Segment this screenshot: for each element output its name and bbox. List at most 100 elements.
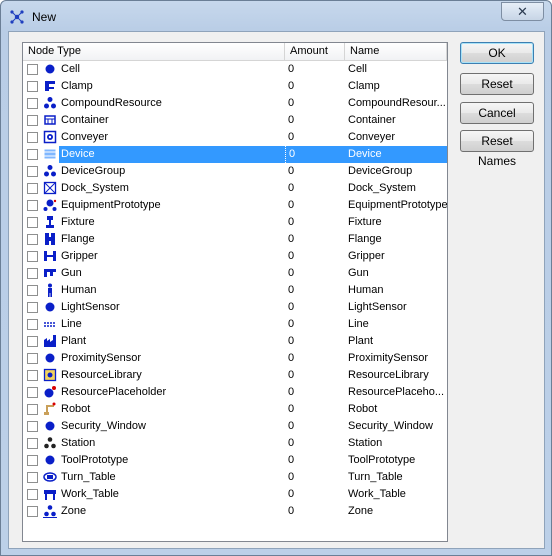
list-row-flange[interactable]: Flange 0 Flange <box>23 231 447 248</box>
row-checkbox[interactable] <box>27 285 38 296</box>
name-cell[interactable]: Turn_Table <box>345 469 447 486</box>
row-checkbox[interactable] <box>27 268 38 279</box>
list-row-container[interactable]: Container 0 Container <box>23 112 447 129</box>
row-checkbox[interactable] <box>27 251 38 262</box>
amount-cell[interactable]: 0 <box>285 112 345 129</box>
amount-cell[interactable]: 0 <box>285 282 345 299</box>
name-cell[interactable]: ResourcePlaceho... <box>345 384 447 401</box>
amount-cell[interactable]: 0 <box>285 248 345 265</box>
row-checkbox[interactable] <box>27 302 38 313</box>
row-checkbox[interactable] <box>27 132 38 143</box>
list-row-lightsensor[interactable]: LightSensor 0 LightSensor <box>23 299 447 316</box>
name-cell[interactable]: ToolPrototype <box>345 452 447 469</box>
list-row-proximitysensor[interactable]: ProximitySensor 0 ProximitySensor <box>23 350 447 367</box>
name-cell[interactable]: Device <box>345 146 447 163</box>
name-cell[interactable]: ResourceLibrary <box>345 367 447 384</box>
row-checkbox[interactable] <box>27 336 38 347</box>
amount-cell[interactable]: 0 <box>285 418 345 435</box>
name-cell[interactable]: Dock_System <box>345 180 447 197</box>
amount-cell[interactable]: 0 <box>285 129 345 146</box>
name-cell[interactable]: Container <box>345 112 447 129</box>
row-checkbox[interactable] <box>27 455 38 466</box>
list-row-station[interactable]: Station 0 Station <box>23 435 447 452</box>
amount-cell[interactable]: 0 <box>285 95 345 112</box>
list-row-toolprototype[interactable]: ToolPrototype 0 ToolPrototype <box>23 452 447 469</box>
list-row-zone[interactable]: Zone 0 Zone <box>23 503 447 520</box>
name-cell[interactable]: Robot <box>345 401 447 418</box>
close-button[interactable]: ✕ <box>501 2 544 21</box>
row-checkbox[interactable] <box>27 64 38 75</box>
amount-cell[interactable]: 0 <box>285 265 345 282</box>
name-cell[interactable]: Gun <box>345 265 447 282</box>
row-checkbox[interactable] <box>27 506 38 517</box>
list-row-conveyer[interactable]: Conveyer 0 Conveyer <box>23 129 447 146</box>
amount-cell[interactable]: 0 <box>285 163 345 180</box>
list-row-equipmentprototype[interactable]: EquipmentPrototype 0 EquipmentPrototype <box>23 197 447 214</box>
amount-cell[interactable]: 0 <box>285 61 345 78</box>
list-row-dock-system[interactable]: Dock_System 0 Dock_System <box>23 180 447 197</box>
name-cell[interactable]: Flange <box>345 231 447 248</box>
list-row-turn-table[interactable]: Turn_Table 0 Turn_Table <box>23 469 447 486</box>
list-row-plant[interactable]: Plant 0 Plant <box>23 333 447 350</box>
amount-cell[interactable]: 0 <box>285 469 345 486</box>
name-cell[interactable]: Station <box>345 435 447 452</box>
row-checkbox[interactable] <box>27 370 38 381</box>
list-row-resourceplaceholder[interactable]: ResourcePlaceholder 0 ResourcePlaceho... <box>23 384 447 401</box>
amount-cell[interactable]: 0 <box>285 316 345 333</box>
amount-cell[interactable]: 0 <box>285 146 345 163</box>
name-cell[interactable]: Zone <box>345 503 447 520</box>
list-row-resourcelibrary[interactable]: ResourceLibrary 0 ResourceLibrary <box>23 367 447 384</box>
list-row-security-window[interactable]: Security_Window 0 Security_Window <box>23 418 447 435</box>
list-row-compoundresource[interactable]: CompoundResource 0 CompoundResour... <box>23 95 447 112</box>
row-checkbox[interactable] <box>27 234 38 245</box>
row-checkbox[interactable] <box>27 421 38 432</box>
list-row-work-table[interactable]: Work_Table 0 Work_Table <box>23 486 447 503</box>
name-cell[interactable]: Plant <box>345 333 447 350</box>
list-row-gun[interactable]: Gun 0 Gun <box>23 265 447 282</box>
name-cell[interactable]: Security_Window <box>345 418 447 435</box>
row-checkbox[interactable] <box>27 319 38 330</box>
column-header-name[interactable]: Name <box>345 43 447 60</box>
amount-cell[interactable]: 0 <box>285 78 345 95</box>
name-cell[interactable]: Human <box>345 282 447 299</box>
row-checkbox[interactable] <box>27 489 38 500</box>
name-cell[interactable]: CompoundResour... <box>345 95 447 112</box>
name-cell[interactable]: Work_Table <box>345 486 447 503</box>
row-checkbox[interactable] <box>27 81 38 92</box>
amount-cell[interactable]: 0 <box>285 486 345 503</box>
name-cell[interactable]: Conveyer <box>345 129 447 146</box>
column-header-node-type[interactable]: Node Type <box>23 43 285 60</box>
row-checkbox[interactable] <box>27 353 38 364</box>
name-cell[interactable]: Clamp <box>345 78 447 95</box>
amount-cell[interactable]: 0 <box>285 350 345 367</box>
amount-cell[interactable]: 0 <box>285 384 345 401</box>
reset-names-button[interactable]: Reset Names <box>460 130 534 168</box>
list-row-robot[interactable]: Robot 0 Robot <box>23 401 447 418</box>
name-cell[interactable]: DeviceGroup <box>345 163 447 180</box>
row-checkbox[interactable] <box>27 166 38 177</box>
list-row-human[interactable]: Human 0 Human <box>23 282 447 299</box>
list-row-device[interactable]: Device 0 Device <box>23 146 447 163</box>
amount-cell[interactable]: 0 <box>285 299 345 316</box>
name-cell[interactable]: Gripper <box>345 248 447 265</box>
name-cell[interactable]: EquipmentPrototype <box>345 197 447 214</box>
list-row-clamp[interactable]: Clamp 0 Clamp <box>23 78 447 95</box>
node-type-list[interactable]: Node Type Amount Name Cell 0 Cell Clamp 0 Cla… <box>22 42 448 542</box>
amount-cell[interactable]: 0 <box>285 452 345 469</box>
list-row-gripper[interactable]: Gripper 0 Gripper <box>23 248 447 265</box>
row-checkbox[interactable] <box>27 404 38 415</box>
name-cell[interactable]: Cell <box>345 61 447 78</box>
list-row-devicegroup[interactable]: DeviceGroup 0 DeviceGroup <box>23 163 447 180</box>
row-checkbox[interactable] <box>27 217 38 228</box>
amount-cell[interactable]: 0 <box>285 435 345 452</box>
amount-cell[interactable]: 0 <box>285 367 345 384</box>
name-cell[interactable]: Fixture <box>345 214 447 231</box>
amount-cell[interactable]: 0 <box>285 214 345 231</box>
ok-button[interactable]: OK <box>460 42 534 64</box>
row-checkbox[interactable] <box>27 438 38 449</box>
row-checkbox[interactable] <box>27 115 38 126</box>
row-checkbox[interactable] <box>27 472 38 483</box>
row-checkbox[interactable] <box>27 98 38 109</box>
amount-cell[interactable]: 0 <box>285 231 345 248</box>
column-header-amount[interactable]: Amount <box>285 43 345 60</box>
